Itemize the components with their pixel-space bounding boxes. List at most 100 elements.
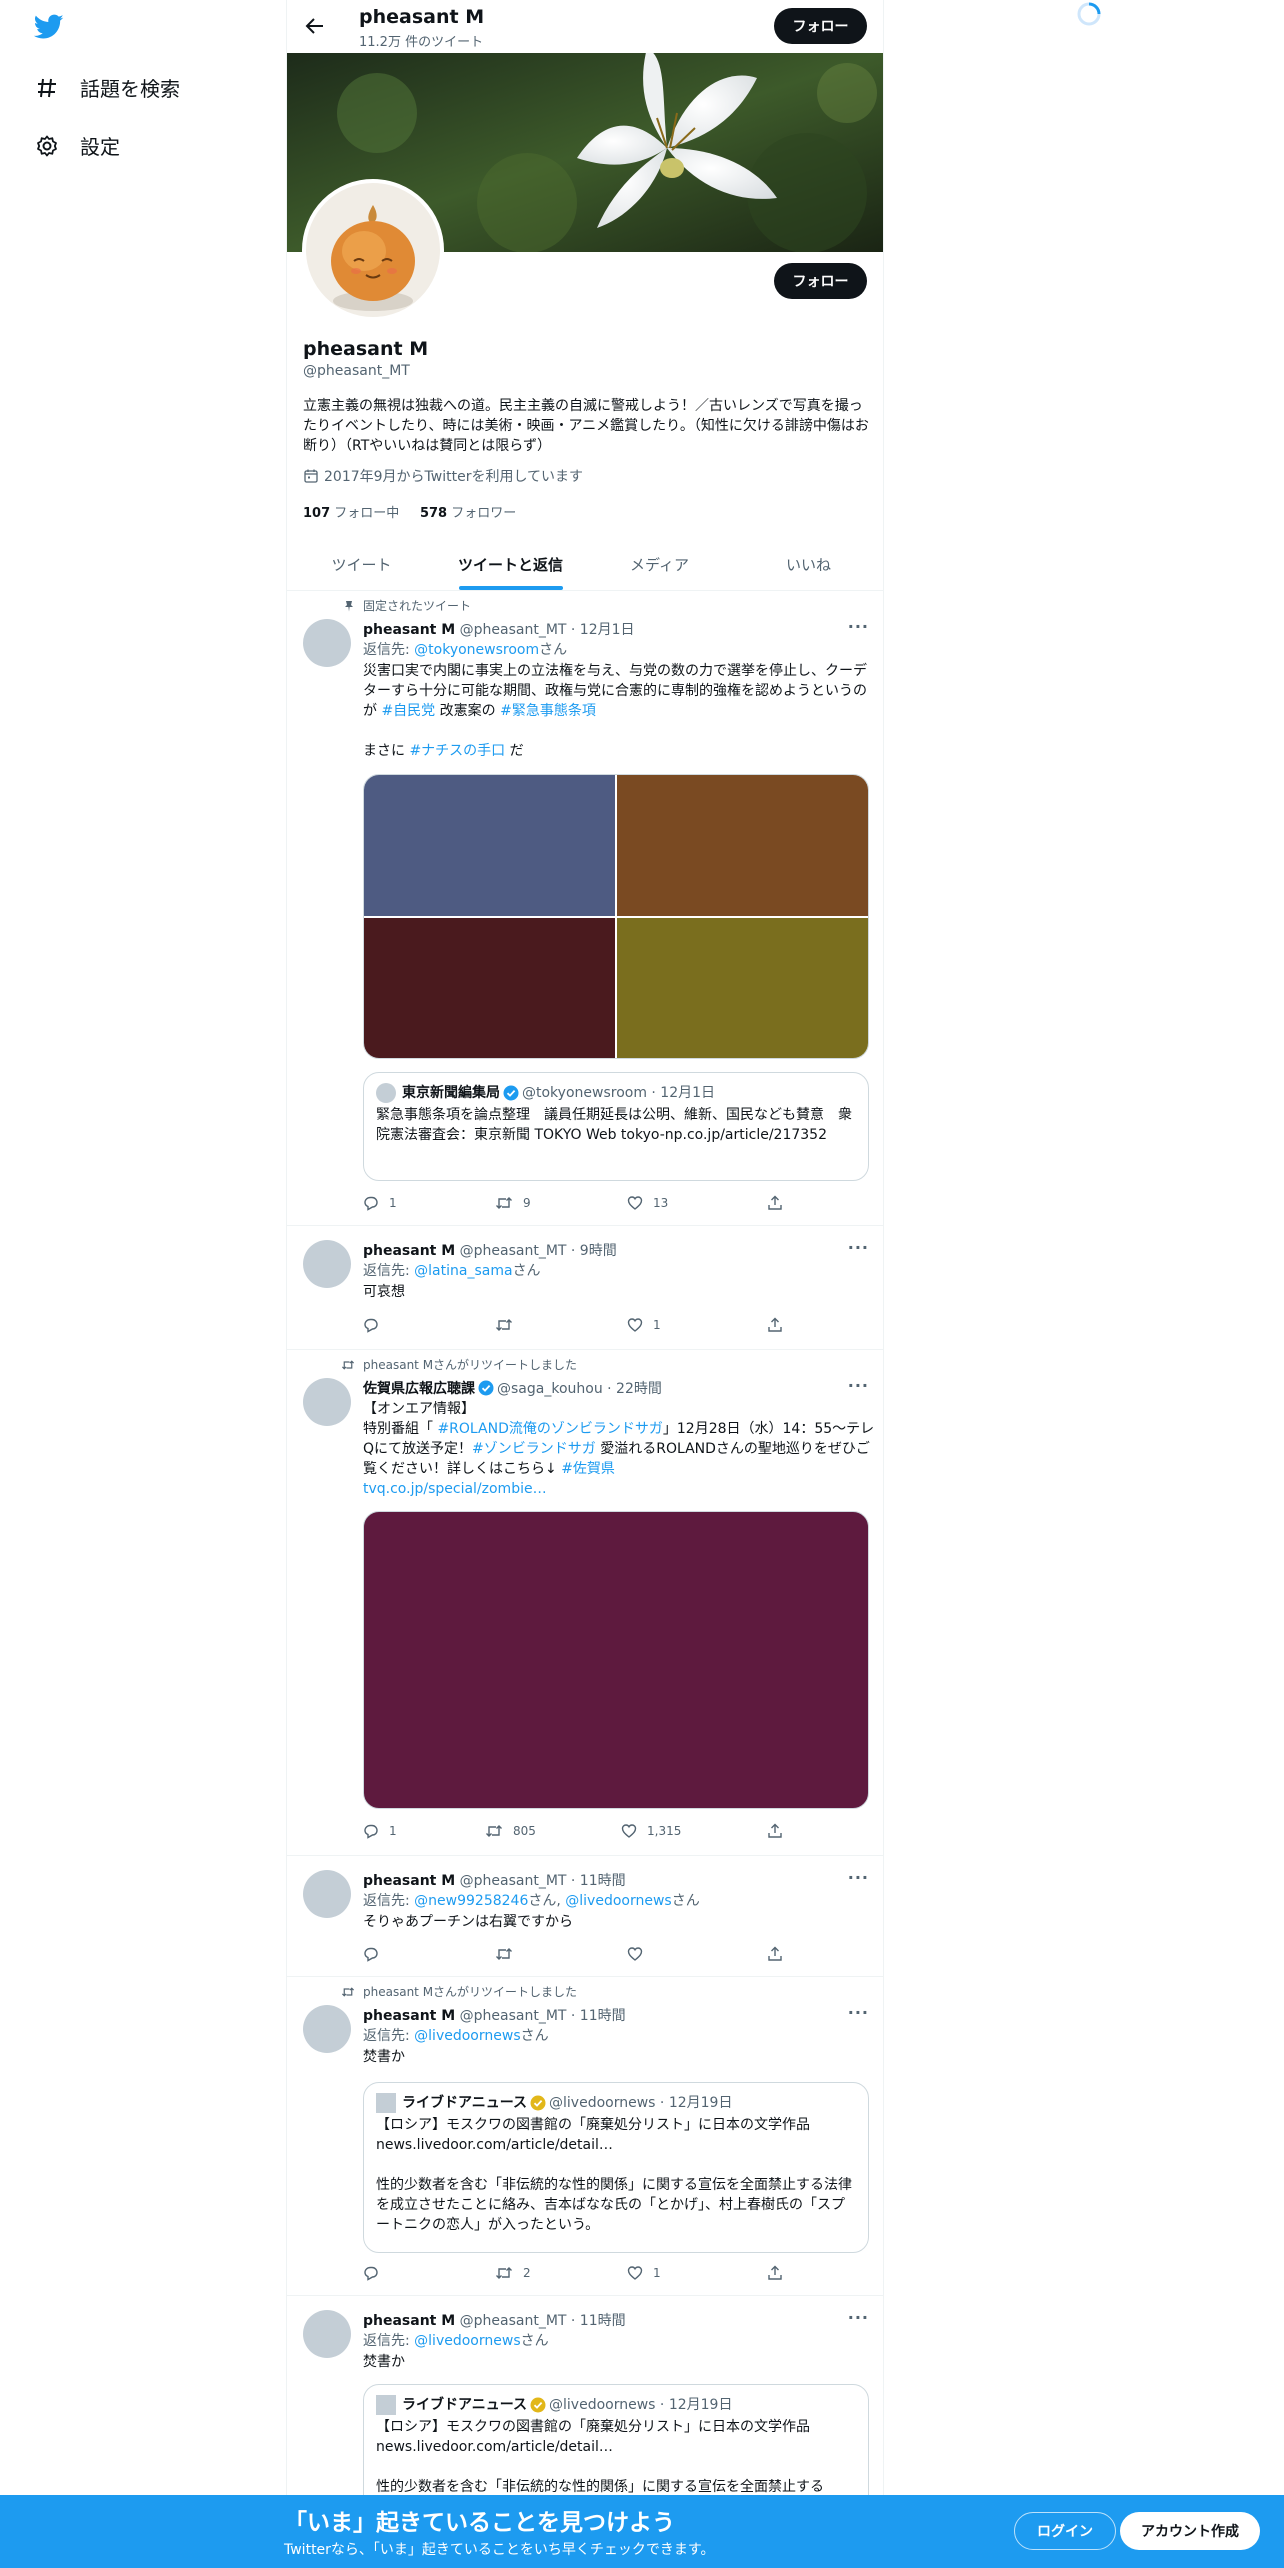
avatar[interactable] <box>303 1870 351 1918</box>
retweet-button[interactable] <box>495 1317 523 1333</box>
tweet[interactable]: pheasant M @pheasant_MT · 9時間 ··· 返信先: @… <box>287 1226 883 1350</box>
share-button[interactable] <box>767 1317 793 1333</box>
header-follow-button[interactable]: フォロー <box>774 8 867 44</box>
like-button[interactable]: 13 <box>627 1195 668 1211</box>
more-options-icon[interactable]: ··· <box>848 2003 869 2022</box>
avatar[interactable] <box>303 2005 351 2053</box>
tab-media[interactable]: メディア <box>585 538 734 590</box>
hashtag-link[interactable]: #ROLAND流俺のゾンビランドサガ <box>437 1421 662 1437</box>
hashtag-link[interactable]: #佐賀県 <box>561 1461 615 1477</box>
tab-tweets[interactable]: ツイート <box>287 538 436 590</box>
tweet-retweeted[interactable]: pheasant Mさんがリツイートしました pheasant M @pheas… <box>287 1977 883 2296</box>
tweet[interactable]: pheasant M @pheasant_MT · 11時間 ··· 返信先: … <box>287 1856 883 1977</box>
avatar[interactable] <box>303 619 351 667</box>
quoted-tweet[interactable]: ライブドアニュース @livedoornews · 12月19日 【ロシア】モス… <box>363 2082 869 2253</box>
tweet-image[interactable] <box>617 918 868 1058</box>
reply-user-link[interactable]: @latina_sama <box>414 1263 512 1279</box>
share-button[interactable] <box>767 1823 793 1839</box>
reply-suffix: さん <box>512 1263 541 1279</box>
reply-user-link[interactable]: @livedoornews <box>414 2028 520 2044</box>
retweet-button[interactable]: 2 <box>495 2265 531 2281</box>
tweet-text-part: 【オンエア情報】 <box>363 1401 475 1417</box>
more-options-icon[interactable]: ··· <box>848 617 869 636</box>
author-name[interactable]: pheasant M <box>363 1873 455 1889</box>
heart-icon <box>627 1196 643 1210</box>
signup-button[interactable]: アカウント作成 <box>1120 2512 1260 2550</box>
author-meta[interactable]: @pheasant_MT · 11時間 <box>460 1873 626 1889</box>
reply-button[interactable]: 1 <box>363 1195 397 1211</box>
avatar[interactable] <box>303 2310 351 2358</box>
back-arrow-icon[interactable] <box>301 12 329 40</box>
reply-mid: さん, <box>528 1893 566 1909</box>
share-button[interactable] <box>767 1946 793 1962</box>
reply-user-link[interactable]: @tokyonewsroom <box>414 642 539 658</box>
hashtag-link[interactable]: #緊急事態条項 <box>500 703 596 719</box>
tweet-actions: 1 <box>363 1317 803 1337</box>
profile-avatar[interactable] <box>302 179 444 321</box>
share-button[interactable] <box>767 2265 793 2281</box>
reply-user-link[interactable]: @livedoornews <box>414 2333 520 2349</box>
tab-tweets-and-replies[interactable]: ツイートと返信 <box>436 538 585 590</box>
tweet-text: 【オンエア情報】 特別番組「 #ROLAND流俺のゾンビランドサガ」12月28日（… <box>363 1399 875 1499</box>
nav-settings[interactable]: 設定 <box>34 131 120 160</box>
retweet-button[interactable]: 805 <box>485 1823 536 1839</box>
author-meta[interactable]: @saga_kouhou · 22時間 <box>497 1381 662 1397</box>
avatar[interactable] <box>303 1240 351 1288</box>
profile-bio: 立憲主義の無視は独裁への道。民主主義の自滅に警戒しよう！／古いレンズで写真を撮っ… <box>303 398 869 454</box>
login-button[interactable]: ログイン <box>1014 2512 1116 2550</box>
tweet-image[interactable] <box>364 775 615 916</box>
more-options-icon[interactable]: ··· <box>848 1376 869 1395</box>
more-options-icon[interactable]: ··· <box>848 2308 869 2327</box>
author-meta[interactable]: @pheasant_MT · 12月1日 <box>460 622 635 638</box>
hashtag-link[interactable]: #自民党 <box>381 703 435 719</box>
tab-likes[interactable]: いいね <box>734 538 883 590</box>
retweet-indicator-label[interactable]: pheasant Mさんがリツイートしました <box>363 1983 577 2000</box>
more-options-icon[interactable]: ··· <box>848 1868 869 1887</box>
reply-user-link[interactable]: @livedoornews <box>565 1893 671 1909</box>
retweet-indicator-label[interactable]: pheasant Mさんがリツイートしました <box>363 1356 577 1373</box>
tweet-pinned[interactable]: 固定されたツイート pheasant M @pheasant_MT · 12月1… <box>287 591 883 1226</box>
avatar <box>376 1083 396 1103</box>
retweet-button[interactable] <box>495 1946 523 1962</box>
followers-link[interactable]: 578 フォロワー <box>420 506 516 521</box>
avatar <box>376 2093 396 2113</box>
reply-button[interactable] <box>363 1317 389 1333</box>
like-button[interactable]: 1 <box>627 2265 661 2281</box>
author-meta[interactable]: @pheasant_MT · 11時間 <box>460 2313 626 2329</box>
like-button[interactable]: 1 <box>627 1317 661 1333</box>
retweet-button[interactable]: 9 <box>495 1195 531 1211</box>
more-options-icon[interactable]: ··· <box>848 1238 869 1257</box>
hashtag-link[interactable]: #ゾンビランドサガ <box>472 1441 596 1457</box>
nav-explore[interactable]: 話題を検索 <box>34 73 180 102</box>
author-name[interactable]: pheasant M <box>363 1243 455 1259</box>
twitter-bird-icon[interactable] <box>33 14 64 40</box>
author-meta[interactable]: @pheasant_MT · 9時間 <box>460 1243 617 1259</box>
tweet-image[interactable] <box>364 918 615 1058</box>
tweet-image[interactable] <box>363 1511 869 1809</box>
profile-follow-button[interactable]: フォロー <box>774 263 867 299</box>
tweet-retweeted[interactable]: pheasant Mさんがリツイートしました 佐賀県広報広聴課 @saga_kou… <box>287 1350 883 1856</box>
following-link[interactable]: 107 フォロー中 <box>303 506 399 521</box>
hashtag-link[interactable]: #ナチスの手口 <box>409 743 505 759</box>
reply-button[interactable] <box>363 2265 389 2281</box>
quoted-tweet-text: 緊急事態条項を論点整理 議員任期延長は公明、維新、国民なども賛意 衆院憲法審査会… <box>376 1107 852 1143</box>
author-meta[interactable]: @pheasant_MT · 11時間 <box>460 2008 626 2024</box>
author-name[interactable]: 佐賀県広報広聴課 <box>363 1381 475 1397</box>
reply-prefix: 返信先: <box>363 2333 415 2349</box>
like-button[interactable] <box>627 1946 653 1962</box>
author-name[interactable]: pheasant M <box>363 2313 455 2329</box>
reply-icon <box>364 1196 378 1211</box>
header-tweet-count: 11.2万 件のツイート <box>359 35 484 50</box>
quoted-tweet[interactable]: 東京新聞編集局 @tokyonewsroom · 12月1日 緊急事態条項を論点… <box>363 1072 869 1181</box>
share-button[interactable] <box>767 1195 793 1211</box>
author-name[interactable]: pheasant M <box>363 622 455 638</box>
tweet-image[interactable] <box>617 775 868 916</box>
reply-user-link[interactable]: @new99258246 <box>414 1893 528 1909</box>
reply-button[interactable]: 1 <box>363 1823 397 1839</box>
url-link[interactable]: tvq.co.jp/special/zombie… <box>363 1481 547 1497</box>
author-name[interactable]: pheasant M <box>363 2008 455 2024</box>
reply-button[interactable] <box>363 1946 389 1962</box>
retweet-icon <box>486 1825 502 1837</box>
like-button[interactable]: 1,315 <box>621 1823 681 1839</box>
avatar[interactable] <box>303 1378 351 1426</box>
